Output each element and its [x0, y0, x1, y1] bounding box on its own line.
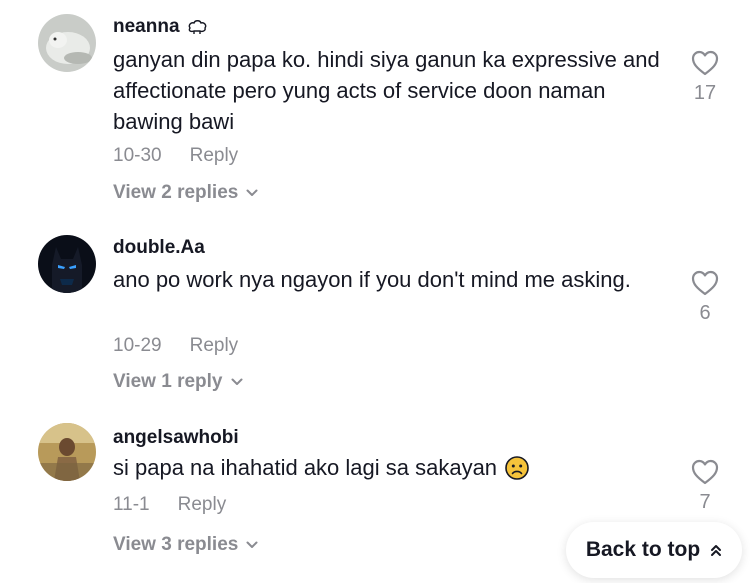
avatar-image: [38, 14, 96, 72]
sheep-icon: [188, 20, 206, 34]
like-control: 7: [688, 459, 722, 514]
like-count: 6: [699, 302, 711, 324]
like-count: 7: [699, 491, 711, 513]
double-chevron-up-icon: [711, 545, 722, 556]
comment-username[interactable]: double.Aa: [113, 237, 205, 259]
like-control: 6: [688, 270, 722, 325]
heart-icon[interactable]: [691, 50, 719, 76]
back-to-top-button[interactable]: Back to top: [566, 522, 742, 578]
view-replies-label: View 1 reply: [113, 371, 223, 392]
comment-text-content: si papa na ihahatid ako lagi sa sakayan: [113, 455, 498, 480]
comment-text: ano po work nya ngayon if you don't mind…: [113, 267, 631, 292]
comment-text: si papa na ihahatid ako lagi sa sakayan: [113, 452, 673, 483]
username-text: angelsawhobi: [113, 427, 239, 448]
reply-button[interactable]: Reply: [190, 145, 239, 167]
heart-icon[interactable]: [691, 459, 719, 485]
comment-meta: 10-30 Reply: [113, 145, 238, 167]
avatar[interactable]: [38, 14, 96, 72]
comment-date: 11-1: [113, 494, 150, 515]
chevron-down-icon: [246, 189, 258, 196]
username-text: neanna: [113, 16, 180, 37]
chevron-down-icon: [231, 378, 242, 385]
chevron-down-icon: [246, 541, 258, 548]
avatar-image: [38, 235, 96, 293]
comment-username[interactable]: angelsawhobi: [113, 427, 239, 449]
comment-meta: 10-29 Reply: [113, 335, 238, 357]
reply-button[interactable]: Reply: [178, 494, 227, 516]
back-to-top-label: Back to top: [585, 538, 701, 561]
heart-icon[interactable]: [691, 270, 719, 296]
like-count: 17: [693, 82, 717, 104]
comment-text: ganyan din papa ko. hindi siya ganun ka …: [113, 47, 660, 134]
view-replies-label: View 2 replies: [113, 182, 239, 203]
avatar[interactable]: [38, 423, 96, 481]
avatar-image: [38, 423, 96, 481]
comment-username[interactable]: neanna: [113, 16, 208, 38]
view-replies-button[interactable]: View 1 reply: [113, 371, 243, 393]
username-text: double.Aa: [113, 237, 205, 258]
avatar[interactable]: [38, 235, 96, 293]
view-replies-label: View 3 replies: [113, 534, 239, 555]
comment-date: 10-30: [113, 145, 162, 166]
reply-button[interactable]: Reply: [190, 335, 239, 357]
view-replies-button[interactable]: View 3 replies: [113, 534, 258, 556]
frowning-face-emoji: [505, 455, 529, 480]
view-replies-button[interactable]: View 2 replies: [113, 182, 258, 204]
like-control: 17: [688, 50, 722, 105]
comment-date: 10-29: [113, 335, 162, 356]
comment-meta: 11-1 Reply: [113, 494, 226, 516]
